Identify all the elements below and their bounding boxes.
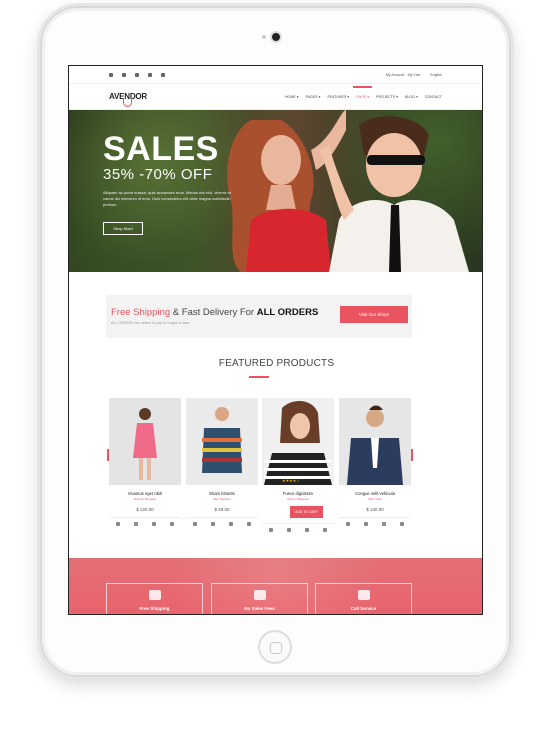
product-actions	[262, 523, 334, 532]
promo-all-orders: ALL ORDERS	[256, 307, 319, 318]
compare-icon[interactable]	[287, 528, 291, 532]
menu-projects[interactable]: PROJECTS ▾	[376, 95, 398, 99]
product-name[interactable]: Vivamus eget nibh	[109, 491, 181, 496]
compare-icon[interactable]	[364, 522, 368, 526]
product-price: $ 49.00	[214, 507, 230, 512]
product-category: Women Blouses	[287, 497, 309, 501]
feature-free-shipping: Free Shipping	[106, 583, 203, 614]
featured-underline	[249, 376, 269, 378]
product-image[interactable]	[186, 398, 258, 485]
quick-view-icon[interactable]	[170, 522, 174, 526]
feature-label: Free Shipping	[139, 606, 170, 611]
product-price: $ 120.00	[136, 507, 154, 512]
product-card[interactable]: ★★★★☆ Fusce dignissim Women Blouses ADD …	[262, 398, 334, 532]
promo-text: & Fast Delivery For	[170, 307, 257, 318]
quick-view-icon[interactable]	[400, 522, 404, 526]
product-actions	[186, 517, 258, 526]
main-menu: HOME ▾ PAGES ▾ FEATURES ▾ SHOP ▾ PROJECT…	[285, 85, 442, 99]
product-image[interactable]: ★★★★☆	[262, 398, 334, 485]
menu-home[interactable]: HOME ▾	[285, 95, 299, 99]
product-man-suit	[347, 405, 403, 485]
product-name[interactable]: Fusce dignissim	[262, 491, 334, 496]
twitter-icon[interactable]	[122, 72, 126, 77]
feature-label: Call Service	[350, 606, 377, 611]
truck-icon	[149, 590, 161, 600]
promo-free-shipping: Free Shipping	[111, 307, 171, 318]
product-category: Women Dresses	[133, 497, 157, 501]
product-image[interactable]	[109, 398, 181, 485]
front-camera	[272, 33, 280, 41]
product-woman-dress	[133, 408, 157, 480]
product-card[interactable]: Etiam lobortis Men Sweater $ 49.00	[186, 398, 258, 526]
cart-icon[interactable]	[346, 522, 350, 526]
features-band: Free Shipping No Sales Fees Call Service	[69, 558, 482, 614]
product-category: Men Suits	[368, 497, 382, 501]
hero-title: SALES	[103, 130, 219, 168]
feature-no-fees: No Sales Fees	[211, 583, 308, 614]
product-card[interactable]: Congue velit vehicula Men Suits $ 130.00	[339, 398, 411, 526]
facebook-icon[interactable]	[109, 72, 113, 77]
language-selector[interactable]: English	[430, 73, 442, 77]
menu-shop[interactable]: SHOP ▾	[353, 85, 373, 99]
main-navbar: AVENDOR HOME ▾ PAGES ▾ FEATURES ▾ SHOP ▾…	[69, 84, 482, 110]
product-rating: ★★★★☆	[282, 478, 300, 483]
heart-icon[interactable]	[305, 528, 309, 532]
front-sensor	[262, 35, 266, 39]
menu-pages[interactable]: PAGES ▾	[306, 95, 321, 99]
quick-view-icon[interactable]	[323, 528, 327, 532]
hero-banner: SALES 35% -70% OFF Aliquam ac porta mass…	[69, 110, 482, 272]
hero-subtitle: 35% -70% OFF	[103, 166, 213, 183]
logo-heart-icon	[123, 98, 132, 107]
featured-products: Vivamus eget nibh Women Dresses $ 120.00	[109, 398, 411, 533]
dribbble-icon[interactable]	[161, 72, 165, 77]
cart-icon[interactable]	[193, 522, 197, 526]
product-name[interactable]: Etiam lobortis	[186, 491, 258, 496]
product-woman-blouse	[264, 401, 332, 485]
cart-icon[interactable]	[269, 528, 273, 532]
top-bar: My Account · My Cart English	[69, 66, 482, 84]
feature-label: No Sales Fees	[244, 606, 275, 611]
add-to-cart-button[interactable]: ADD TO CART	[290, 506, 323, 518]
hero-man-image	[319, 116, 469, 272]
tablet-screen: My Account · My Cart English AVENDOR HOM…	[68, 65, 483, 615]
hero-text: Aliquam ac porta massa, quis accumsan er…	[103, 190, 231, 207]
feature-call-service: Call Service	[315, 583, 412, 614]
site-logo[interactable]: AVENDOR	[109, 92, 147, 107]
social-links	[109, 72, 165, 77]
product-image[interactable]	[339, 398, 411, 485]
product-category: Men Sweater	[213, 497, 231, 501]
product-price: $ 130.00	[366, 507, 384, 512]
account-link[interactable]: My Account · My Cart	[386, 73, 420, 77]
product-actions	[109, 517, 181, 526]
menu-blog[interactable]: BLOG ▾	[405, 95, 418, 99]
heart-icon[interactable]	[229, 522, 233, 526]
menu-features[interactable]: FEATURES ▾	[327, 95, 349, 99]
featured-title: FEATURED PRODUCTS	[218, 358, 335, 369]
visit-shop-button[interactable]: Visit Our Shop!	[340, 306, 408, 323]
product-card[interactable]: Vivamus eget nibh Women Dresses $ 120.00	[109, 398, 181, 526]
heart-icon[interactable]	[382, 522, 386, 526]
home-button[interactable]	[258, 630, 292, 664]
pinterest-icon[interactable]	[135, 72, 139, 77]
product-name[interactable]: Congue velit vehicula	[339, 491, 411, 496]
compare-icon[interactable]	[134, 522, 138, 526]
promo-headline: Free Shipping & Fast Delivery For ALL OR…	[111, 307, 318, 318]
product-man-sweater	[202, 407, 242, 473]
shop-now-button[interactable]: Shop Now!	[103, 222, 143, 235]
cart-icon[interactable]	[116, 522, 120, 526]
promo-banner: Free Shipping & Fast Delivery For ALL OR…	[106, 295, 412, 338]
linkedin-icon[interactable]	[148, 72, 152, 77]
phone-icon	[358, 590, 370, 600]
quick-view-icon[interactable]	[247, 522, 251, 526]
promo-subtext: ALL ORDERS are deliver to you in 3 days …	[111, 321, 190, 325]
menu-contact[interactable]: CONTACT	[425, 95, 442, 99]
product-actions	[339, 517, 411, 526]
compare-icon[interactable]	[211, 522, 215, 526]
heart-icon[interactable]	[152, 522, 156, 526]
piggy-bank-icon	[254, 590, 266, 600]
